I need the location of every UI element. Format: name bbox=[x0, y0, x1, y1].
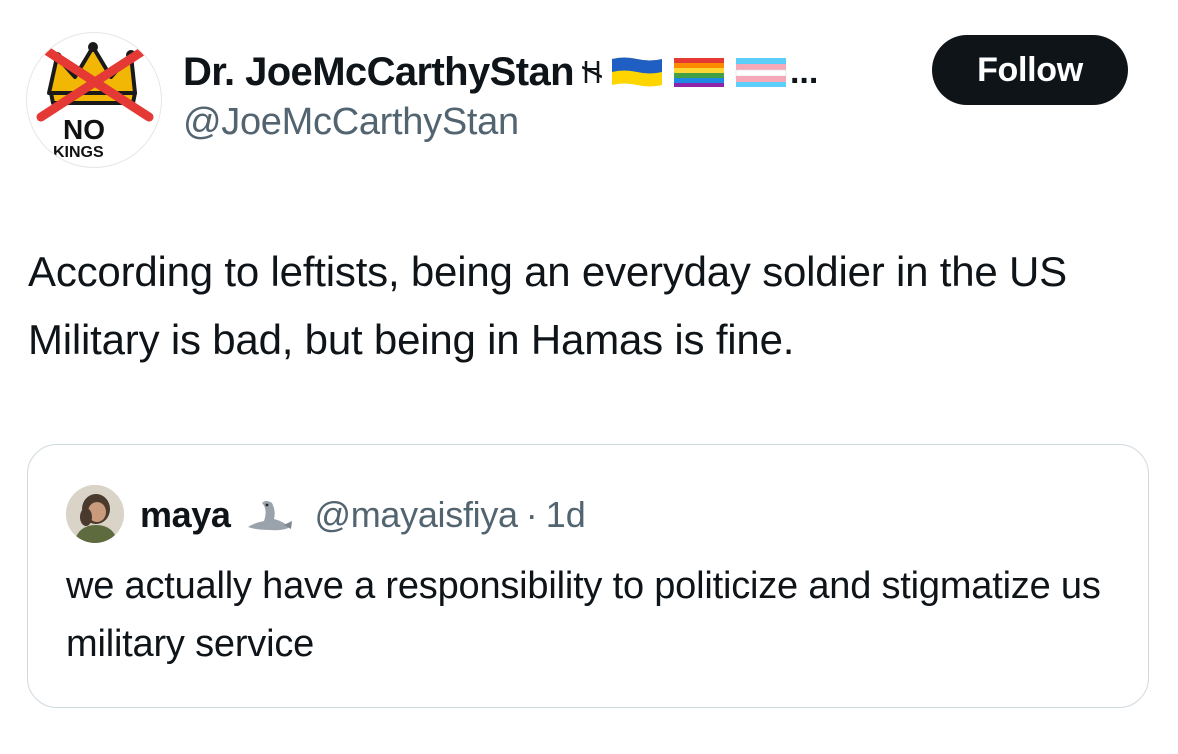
no-lions-glyph-icon bbox=[581, 61, 602, 83]
quoted-timestamp[interactable]: 1d bbox=[546, 494, 586, 536]
follow-button[interactable]: Follow bbox=[932, 35, 1128, 105]
person-photo-icon bbox=[66, 485, 124, 543]
rainbow-flag-icon bbox=[673, 58, 724, 87]
author-name-row: Dr. JoeMcCarthyStan ... bbox=[183, 46, 818, 98]
name-truncation: ... bbox=[789, 52, 819, 91]
author-display-name[interactable]: Dr. JoeMcCarthyStan bbox=[183, 50, 575, 95]
seal-icon bbox=[244, 497, 294, 533]
author-handle[interactable]: @JoeMcCarthyStan bbox=[183, 101, 519, 144]
ukraine-flag-icon bbox=[611, 57, 662, 87]
quoted-header: maya @mayaisfiya · 1d bbox=[140, 489, 586, 541]
author-name-emojis bbox=[581, 55, 788, 89]
quoted-author-name[interactable]: maya bbox=[140, 494, 231, 536]
quoted-author-avatar bbox=[66, 485, 124, 543]
svg-text:NO: NO bbox=[63, 114, 105, 145]
quoted-tweet-text: we actually have a responsibility to pol… bbox=[66, 565, 1101, 665]
separator-dot: · bbox=[525, 494, 538, 535]
quoted-author-handle[interactable]: @mayaisfiya bbox=[314, 494, 518, 536]
quoted-tweet[interactable]: maya @mayaisfiya · 1d we actually have a… bbox=[27, 444, 1149, 708]
tweet-text: According to leftists, being an everyday… bbox=[28, 248, 1067, 363]
no-kings-crown-icon: NO KINGS bbox=[36, 42, 154, 161]
svg-text:KINGS: KINGS bbox=[53, 144, 104, 161]
transgender-flag-icon bbox=[735, 58, 787, 87]
tweet-card: NO KINGS Dr. JoeMcCarthyStan ... @JoeMcC… bbox=[0, 0, 1178, 754]
author-avatar[interactable]: NO KINGS bbox=[26, 32, 162, 168]
